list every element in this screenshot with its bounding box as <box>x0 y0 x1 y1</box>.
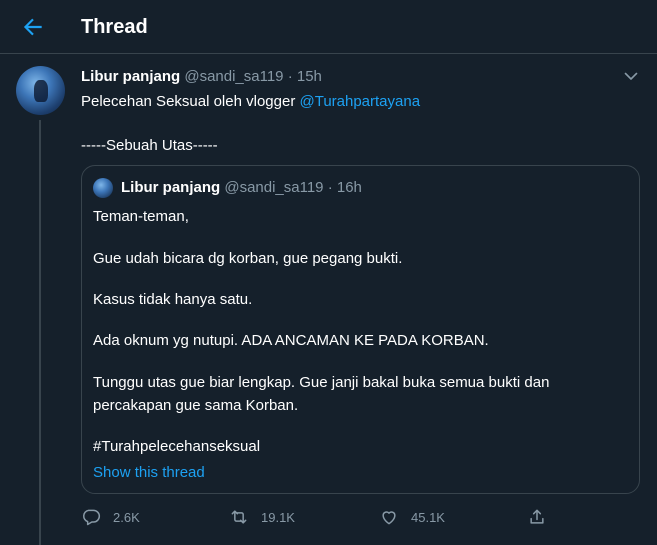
like-button[interactable]: 45.1K <box>379 505 445 529</box>
page-title: Thread <box>81 16 148 38</box>
quoted-author-name: Libur panjang <box>121 179 221 196</box>
quoted-line: Teman-teman, <box>93 208 189 225</box>
hashtag[interactable]: #Turahpelecehanseksual <box>93 437 260 457</box>
reply-button[interactable]: 2.6K <box>81 505 140 529</box>
share-icon <box>530 509 544 524</box>
quoted-line: percakapan gue sama Korban. <box>93 397 299 414</box>
like-count: 45.1K <box>411 509 445 525</box>
tweet-time[interactable]: 15h <box>297 68 322 85</box>
tweet-text: Pelecehan Seksual oleh vlogger @Turahpar… <box>81 92 420 112</box>
action-bar: 2.6K 19.1K 45.1K <box>0 505 657 529</box>
like-icon <box>382 511 396 525</box>
quoted-meta-separator: · <box>327 179 333 196</box>
quoted-meta: Libur panjang @sandi_sa119 · 16h <box>121 178 362 198</box>
show-thread-link[interactable]: Show this thread <box>93 463 205 483</box>
mention-link[interactable]: @Turahpartayana <box>299 93 420 110</box>
tweet-meta: Libur panjang @sandi_sa119 · 15h <box>81 67 322 87</box>
retweet-count: 19.1K <box>261 509 295 525</box>
quoted-avatar <box>93 178 113 198</box>
header-bar: Thread <box>0 0 657 54</box>
back-arrow-icon <box>23 18 42 36</box>
retweet-icon <box>231 510 247 524</box>
quoted-author-handle: @sandi_sa119 <box>224 179 324 196</box>
author-handle[interactable]: @sandi_sa119 <box>184 68 283 85</box>
quoted-tweet[interactable]: Libur panjang @sandi_sa119 · 16h Teman-t… <box>81 165 640 494</box>
tweet-text-prefix: Pelecehan Seksual oleh vlogger <box>81 93 300 110</box>
back-button[interactable] <box>19 14 47 40</box>
share-button[interactable] <box>527 505 547 529</box>
meta-separator: · <box>287 68 293 85</box>
quoted-line: Tunggu utas gue biar lengkap. Gue janji … <box>93 374 550 391</box>
reply-count: 2.6K <box>113 509 140 525</box>
quoted-line: Gue udah bicara dg korban, gue pegang bu… <box>93 250 403 267</box>
quoted-line: Kasus tidak hanya satu. <box>93 291 253 308</box>
more-options-button[interactable] <box>623 68 639 84</box>
chevron-down-icon <box>624 72 638 80</box>
quoted-time: 16h <box>336 179 362 196</box>
quoted-line: Ada oknum yg nutupi. ADA ANCAMAN KE PADA… <box>93 332 489 349</box>
thread-connector-line <box>39 120 41 545</box>
avatar[interactable] <box>16 66 65 115</box>
retweet-button[interactable]: 19.1K <box>229 505 295 529</box>
tweet-text-line2: -----Sebuah Utas----- <box>81 137 218 154</box>
author-name[interactable]: Libur panjang <box>81 68 180 85</box>
tweet[interactable]: Libur panjang @sandi_sa119 · 15h Peleceh… <box>0 54 657 545</box>
reply-icon <box>83 509 101 526</box>
